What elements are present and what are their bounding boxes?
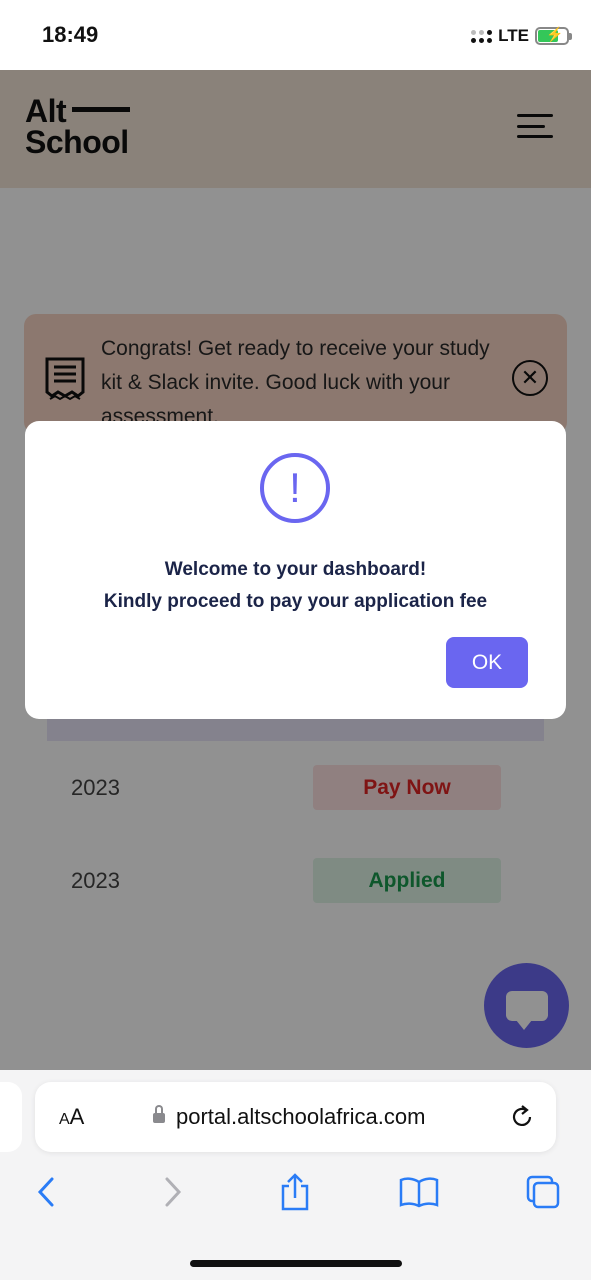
status-indicators: LTE ⚡ xyxy=(471,26,572,46)
url-text: portal.altschoolafrica.com xyxy=(176,1104,426,1129)
signal-icon xyxy=(471,29,493,43)
status-bar: 18:49 LTE ⚡ xyxy=(0,0,591,70)
text-size-button[interactable]: AA xyxy=(59,1104,84,1130)
welcome-modal: ! Welcome to your dashboard! Kindly proc… xyxy=(25,421,566,719)
forward-icon[interactable] xyxy=(148,1170,198,1214)
network-type: LTE xyxy=(498,26,529,45)
home-indicator xyxy=(190,1260,402,1267)
bookmarks-icon[interactable] xyxy=(394,1170,444,1214)
tabs-icon[interactable] xyxy=(518,1170,568,1214)
reload-icon[interactable] xyxy=(509,1104,535,1130)
status-time: 18:49 xyxy=(42,22,99,47)
address-bar[interactable]: AA portal.altschoolafrica.com xyxy=(35,1082,556,1152)
modal-title: Welcome to your dashboard! xyxy=(164,559,427,580)
share-icon[interactable] xyxy=(270,1170,320,1214)
modal-message: Kindly proceed to pay your application f… xyxy=(103,591,488,612)
previous-tab-stub[interactable] xyxy=(0,1082,22,1152)
battery-icon: ⚡ xyxy=(535,26,572,45)
lock-icon xyxy=(153,1105,165,1124)
browser-toolbar: AA portal.altschoolafrica.com xyxy=(0,1070,591,1280)
exclamation-icon: ! xyxy=(260,453,330,523)
back-icon[interactable] xyxy=(21,1170,71,1214)
ok-button[interactable]: OK xyxy=(446,637,528,688)
